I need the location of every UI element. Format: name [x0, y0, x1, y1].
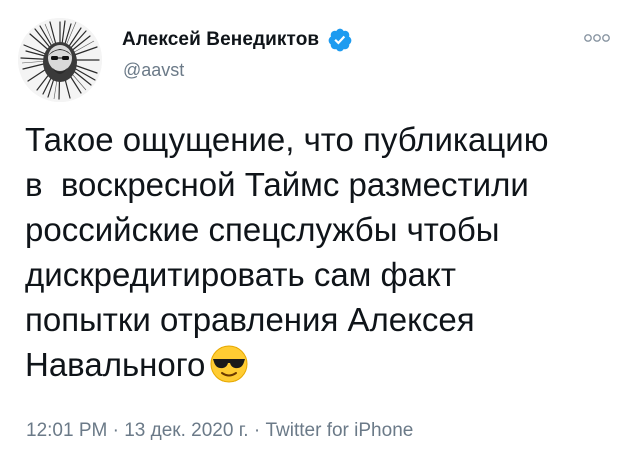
tweet-source[interactable]: Twitter for iPhone	[265, 420, 413, 441]
author-header: Алексей Венедиктов	[122, 27, 353, 53]
sunglasses-face-emoji	[210, 345, 248, 383]
tweet-line: попытки отравления Алексея	[25, 301, 475, 338]
meta-separator: ·	[248, 420, 266, 441]
avatar-image	[18, 18, 102, 102]
tweet-card: Алексей Венедиктов @aavst Такое ощущение…	[0, 0, 640, 468]
author-handle[interactable]: @aavst	[123, 60, 184, 81]
avatar[interactable]	[18, 18, 102, 102]
more-dots-icon	[584, 34, 610, 42]
tweet-meta: 12:01 PM · 13 дек. 2020 г. · Twitter for…	[26, 420, 413, 442]
meta-separator: ·	[107, 420, 125, 441]
tweet-line: Такое ощущение, что публикацию	[25, 121, 549, 158]
verified-badge-icon	[328, 28, 352, 52]
tweet-date[interactable]: 13 дек. 2020 г.	[124, 420, 248, 441]
tweet-line: российские спецслужбы чтобы	[25, 211, 500, 248]
tweet-line: в воскресной Таймс разместили	[25, 166, 529, 203]
tweet-last-line: Навального	[25, 342, 625, 387]
tweet-text: Такое ощущение, что публикацию в воскрес…	[25, 117, 625, 387]
tweet-line: дискредитировать сам факт	[25, 256, 456, 293]
tweet-time[interactable]: 12:01 PM	[26, 420, 107, 441]
author-name[interactable]: Алексей Венедиктов	[122, 29, 319, 51]
more-options-button[interactable]	[582, 28, 612, 48]
tweet-line: Навального	[25, 346, 206, 383]
